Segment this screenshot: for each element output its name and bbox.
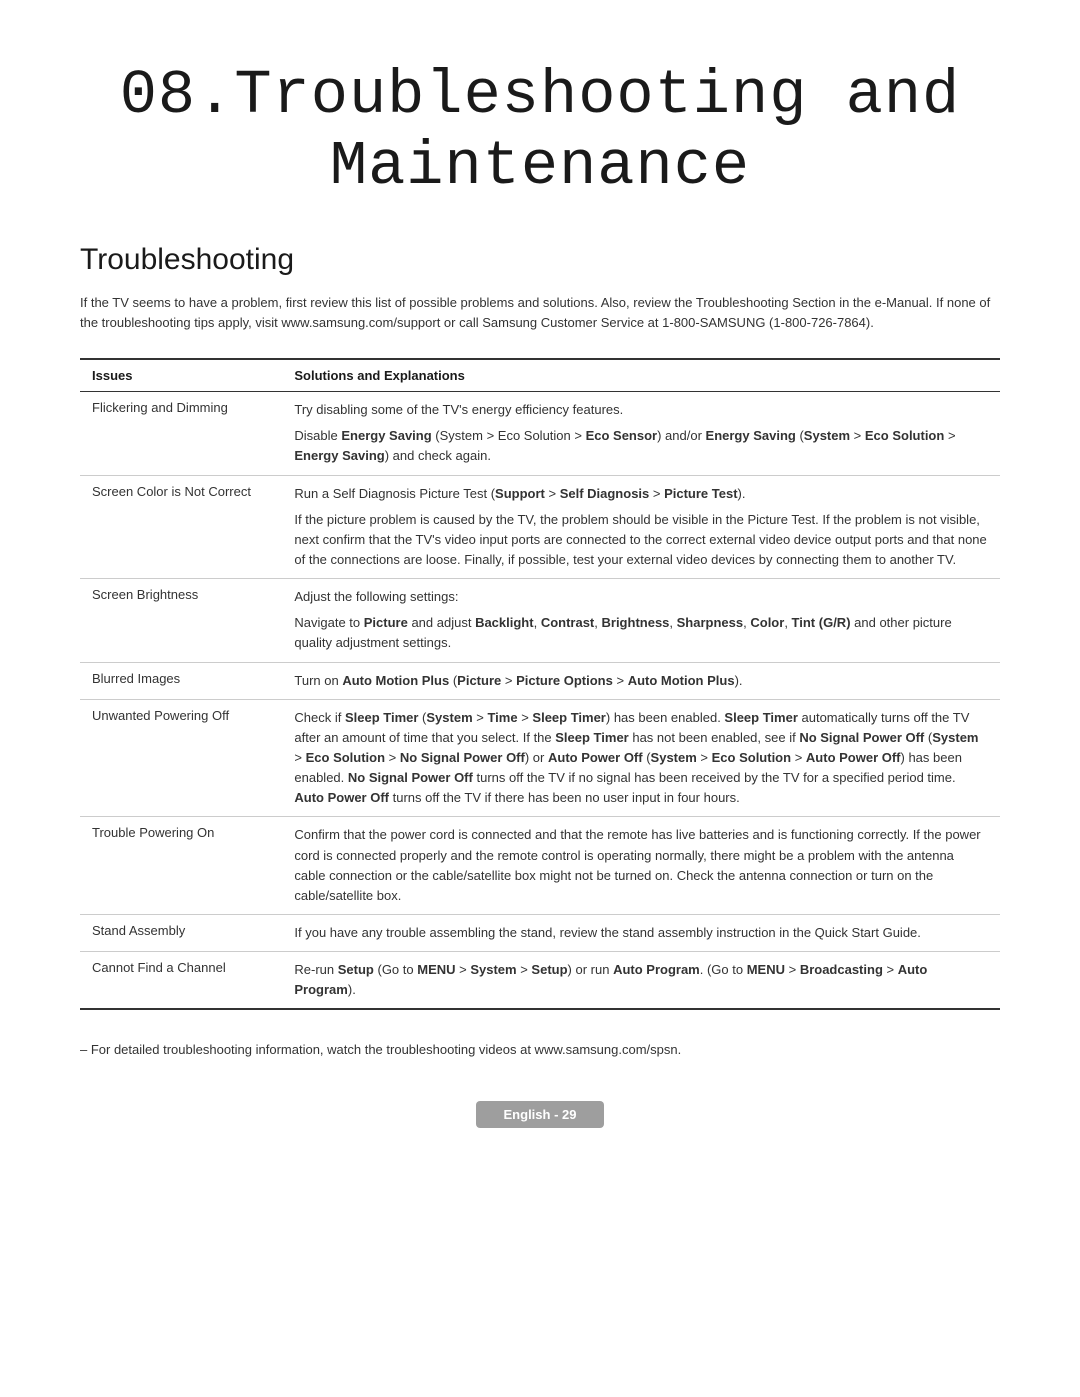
solution-paragraph: Re-run Setup (Go to MENU > System > Setu… [294, 960, 988, 1000]
page-number-box: English - 29 [80, 1101, 1000, 1128]
solution-cell: If you have any trouble assembling the s… [282, 915, 1000, 952]
solution-paragraph: Disable Energy Saving (System > Eco Solu… [294, 426, 988, 466]
solution-paragraph: Check if Sleep Timer (System > Time > Sl… [294, 708, 988, 809]
table-row: Stand Assembly If you have any trouble as… [80, 915, 1000, 952]
page-number-badge: English - 29 [476, 1101, 605, 1128]
solution-cell: Run a Self Diagnosis Picture Test (Suppo… [282, 475, 1000, 579]
table-row: Trouble Powering OnConfirm that the powe… [80, 817, 1000, 915]
section-title: Troubleshooting [80, 243, 1000, 277]
solution-paragraph: Turn on Auto Motion Plus (Picture > Pict… [294, 671, 988, 691]
issue-cell: Trouble Powering On [80, 817, 282, 915]
col-header-issues: Issues [80, 359, 282, 392]
solution-cell: Try disabling some of the TV's energy ef… [282, 392, 1000, 475]
issue-cell: Blurred Images [80, 662, 282, 699]
solution-cell: Turn on Auto Motion Plus (Picture > Pict… [282, 662, 1000, 699]
solution-paragraph: Adjust the following settings: [294, 587, 988, 607]
solution-cell: Confirm that the power cord is connected… [282, 817, 1000, 915]
issue-cell: Screen Color is Not Correct [80, 475, 282, 579]
col-header-solutions: Solutions and Explanations [282, 359, 1000, 392]
solution-paragraph: Navigate to Picture and adjust Backlight… [294, 613, 988, 653]
solution-cell: Check if Sleep Timer (System > Time > Sl… [282, 699, 1000, 817]
solution-paragraph: If the picture problem is caused by the … [294, 510, 988, 570]
table-row: Flickering and Dimming Try disabling some… [80, 392, 1000, 475]
issue-cell: Unwanted Powering Off [80, 699, 282, 817]
table-row: Screen BrightnessAdjust the following se… [80, 579, 1000, 662]
solution-paragraph: If you have any trouble assembling the s… [294, 923, 988, 943]
footer-note: – For detailed troubleshooting informati… [80, 1040, 1000, 1061]
issue-cell: Flickering and Dimming [80, 392, 282, 475]
table-row: Screen Color is Not Correct Run a Self Di… [80, 475, 1000, 579]
issue-cell: Cannot Find a Channel [80, 952, 282, 1010]
troubleshooting-table: Issues Solutions and Explanations Flicke… [80, 358, 1000, 1010]
table-row: Unwanted Powering OffCheck if Sleep Time… [80, 699, 1000, 817]
solution-cell: Re-run Setup (Go to MENU > System > Setu… [282, 952, 1000, 1010]
solution-paragraph: Try disabling some of the TV's energy ef… [294, 400, 988, 420]
solution-paragraph: Confirm that the power cord is connected… [294, 825, 988, 906]
page-title: 08.Troubleshooting and Maintenance [80, 60, 1000, 203]
issue-cell: Screen Brightness [80, 579, 282, 662]
table-row: Blurred Images Turn on Auto Motion Plus (… [80, 662, 1000, 699]
solution-cell: Adjust the following settings: Navigate t… [282, 579, 1000, 662]
table-row: Cannot Find a Channel Re-run Setup (Go to… [80, 952, 1000, 1010]
issue-cell: Stand Assembly [80, 915, 282, 952]
solution-paragraph: Run a Self Diagnosis Picture Test (Suppo… [294, 484, 988, 504]
intro-paragraph: If the TV seems to have a problem, first… [80, 293, 1000, 335]
